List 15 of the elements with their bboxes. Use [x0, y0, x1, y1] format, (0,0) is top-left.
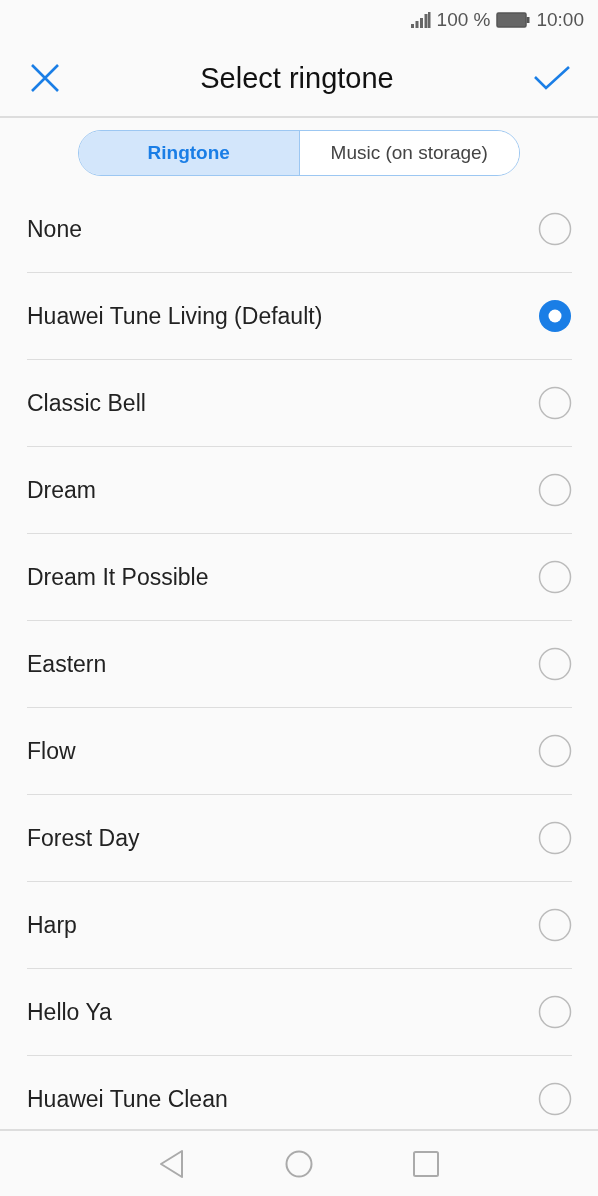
ringtone-name: Forest Day	[27, 824, 140, 852]
ringtone-name: Huawei Tune Clean	[27, 1085, 228, 1113]
battery-percent: 100 %	[436, 9, 491, 31]
ringtone-name: Eastern	[27, 650, 107, 678]
tab[interactable]: Music (on storage)	[298, 131, 519, 175]
clock: 10:00	[536, 9, 584, 31]
ringtone-name: Harp	[27, 911, 77, 939]
ringtone-name: None	[27, 215, 82, 243]
screen-title: Select ringtone	[200, 61, 394, 95]
ringtone-name: Flow	[27, 737, 76, 765]
ringtone-name: Dream It Possible	[27, 563, 209, 591]
ringtone-name: Hello Ya	[27, 998, 112, 1026]
ringtone-name: Dream	[27, 476, 96, 504]
ringtone-name: Huawei Tune Living (Default)	[27, 302, 323, 330]
ringtone-name: Classic Bell	[27, 389, 146, 417]
